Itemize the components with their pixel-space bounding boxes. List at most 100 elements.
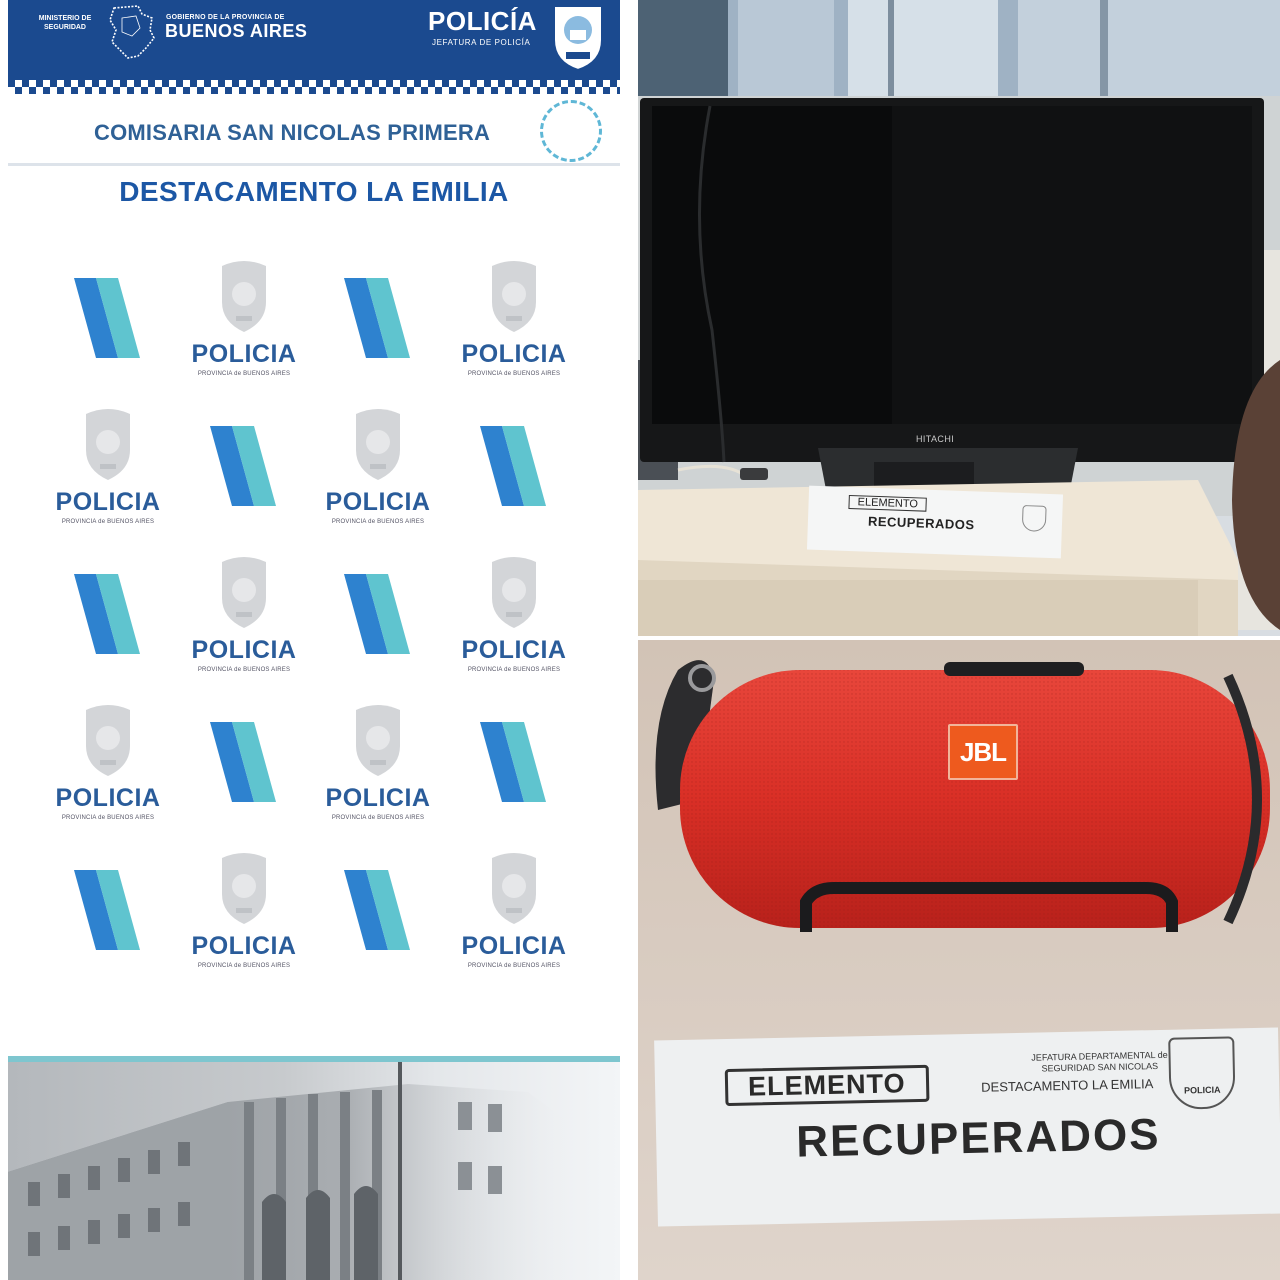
speaker-recuperados-label: ELEMENTO JEFATURA DEPARTAMENTAL de SEGUR… — [654, 1027, 1280, 1227]
comisaria-bar: COMISARIA SAN NICOLAS PRIMERA — [8, 100, 620, 166]
badge-word: POLICIA — [325, 784, 431, 812]
badge-subtitle: PROVINCIA de BUENOS AIRES — [467, 371, 561, 377]
destacamento-title: DESTACAMENTO LA EMILIA — [119, 176, 509, 207]
badge-block: POLICIA PROVINCIA de BUENOS AIRES — [310, 694, 446, 830]
policia-badge-logo: POLICIA PROVINCIA de BUENOS AIRES — [446, 842, 582, 978]
jbl-logo-text: JBL — [959, 736, 1007, 767]
badge-word: POLICIA — [461, 932, 567, 960]
blue-stripes-icon — [210, 426, 276, 506]
badge-block: POLICIA PROVINCIA de BUENOS AIRES — [176, 250, 312, 386]
police-shield-icon — [86, 705, 130, 776]
speaker-label-recuperados: RECUPERADOS — [795, 1109, 1161, 1167]
badge-subtitle: PROVINCIA de BUENOS AIRES — [197, 371, 291, 377]
policia-badge-logo: POLICIA PROVINCIA de BUENOS AIRES — [176, 842, 312, 978]
building-illustration — [8, 1062, 568, 1280]
speaker-label-jefatura: JEFATURA DEPARTAMENTAL de SEGURIDAD SAN … — [1031, 1049, 1168, 1074]
checkered-band — [8, 80, 620, 94]
logo-pattern-grid: POLICIA PROVINCIA de BUENOS AIRES POLICIA P… — [40, 250, 600, 990]
panel-divider — [628, 0, 638, 1280]
tv-label-recuperados: RECUPERADOS — [867, 513, 975, 533]
badge-word: POLICIA — [325, 488, 431, 516]
police-shield-icon — [356, 409, 400, 480]
stripe-logo-icon — [310, 842, 446, 978]
stripe-logo-icon — [446, 694, 582, 830]
police-shield-icon — [553, 5, 603, 72]
police-shield-icon — [492, 853, 536, 924]
blue-stripes-icon — [74, 574, 140, 654]
comisaria-name: COMISARIA SAN NICOLAS PRIMERA — [94, 120, 491, 145]
speaker-label-elemento: ELEMENTO — [724, 1064, 929, 1107]
badge-subtitle: PROVINCIA de BUENOS AIRES — [331, 519, 425, 525]
badge-word: POLICIA — [461, 340, 567, 368]
police-shield-icon — [356, 705, 400, 776]
police-shield-icon — [222, 853, 266, 924]
police-poster: MINISTERIO DE SEGURIDAD GOBIERNO DE LA P… — [0, 0, 628, 1280]
policia-badge-logo: POLICIA PROVINCIA de BUENOS AIRES — [40, 694, 176, 830]
police-shield-icon — [222, 557, 266, 628]
jefatura-text: JEFATURA DE POLICÍA — [432, 38, 531, 47]
jbl-logo-icon: JBL — [948, 724, 1018, 780]
stripe-logo-icon — [40, 250, 176, 386]
policia-badge-logo: POLICIA PROVINCIA de BUENOS AIRES — [176, 250, 312, 386]
speaker-label-destacamento: DESTACAMENTO LA EMILIA — [981, 1076, 1154, 1095]
policia-title: POLICÍA — [428, 6, 537, 36]
blue-stripes-icon — [210, 722, 276, 802]
police-seal-icon — [1021, 505, 1047, 532]
badge-block: POLICIA PROVINCIA de BUENOS AIRES — [40, 398, 176, 534]
policia-badge-logo: POLICIA PROVINCIA de BUENOS AIRES — [40, 398, 176, 534]
policia-badge-logo: POLICIA PROVINCIA de BUENOS AIRES — [446, 546, 582, 682]
badge-word: POLICIA — [191, 340, 297, 368]
badge-subtitle: PROVINCIA de BUENOS AIRES — [61, 519, 155, 525]
tv-recuperados-label: ELEMENTO RECUPERADOS — [806, 485, 1064, 559]
tv-brand-label: HITACHI — [916, 434, 955, 444]
badge-subtitle: PROVINCIA de BUENOS AIRES — [197, 667, 291, 673]
police-seal-icon — [1168, 1036, 1236, 1110]
badge-block: POLICIA PROVINCIA de BUENOS AIRES — [176, 842, 312, 978]
stripe-logo-icon — [176, 694, 312, 830]
policia-badge-logo: POLICIA PROVINCIA de BUENOS AIRES — [176, 546, 312, 682]
stripe-logo-icon — [40, 842, 176, 978]
badge-block: POLICIA PROVINCIA de BUENOS AIRES — [176, 546, 312, 682]
policia-badge-logo: POLICIA PROVINCIA de BUENOS AIRES — [310, 694, 446, 830]
policia-badge-logo: POLICIA PROVINCIA de BUENOS AIRES — [446, 250, 582, 386]
stripe-logo-icon — [176, 398, 312, 534]
blue-stripes-icon — [344, 574, 410, 654]
badge-subtitle: PROVINCIA de BUENOS AIRES — [331, 815, 425, 821]
ministerio-text: MINISTERIO DE SEGURIDAD — [38, 15, 92, 31]
blue-stripes-icon — [74, 870, 140, 950]
speaker-seal-word: POLICIA — [1183, 1084, 1221, 1096]
blue-stripes-icon — [74, 278, 140, 358]
stripe-logo-icon — [446, 398, 582, 534]
police-shield-icon — [222, 261, 266, 332]
gobierno-title: BUENOS AIRES — [165, 21, 308, 41]
police-shield-icon — [492, 557, 536, 628]
stripe-logo-icon — [310, 250, 446, 386]
header-banner: MINISTERIO DE SEGURIDAD GOBIERNO DE LA P… — [8, 0, 620, 94]
blue-stripes-icon — [480, 426, 546, 506]
police-shield-icon — [492, 261, 536, 332]
badge-word: POLICIA — [191, 636, 297, 664]
stripe-logo-icon — [310, 546, 446, 682]
badge-block: POLICIA PROVINCIA de BUENOS AIRES — [446, 546, 582, 682]
badge-word: POLICIA — [461, 636, 567, 664]
gobierno-small-text: GOBIERNO DE LA PROVINCIA DE — [166, 14, 285, 21]
badge-block: POLICIA PROVINCIA de BUENOS AIRES — [446, 250, 582, 386]
badge-subtitle: PROVINCIA de BUENOS AIRES — [467, 667, 561, 673]
badge-block: POLICIA PROVINCIA de BUENOS AIRES — [310, 398, 446, 534]
blue-stripes-icon — [344, 278, 410, 358]
dashed-circle-icon — [540, 100, 602, 162]
stripe-logo-icon — [40, 546, 176, 682]
badge-word: POLICIA — [55, 784, 161, 812]
tv-label-elemento: ELEMENTO — [848, 494, 928, 512]
policia-badge-logo: POLICIA PROVINCIA de BUENOS AIRES — [310, 398, 446, 534]
badge-block: POLICIA PROVINCIA de BUENOS AIRES — [446, 842, 582, 978]
badge-word: POLICIA — [191, 932, 297, 960]
blue-stripes-icon — [344, 870, 410, 950]
badge-subtitle: PROVINCIA de BUENOS AIRES — [61, 815, 155, 821]
police-shield-icon — [86, 409, 130, 480]
badge-subtitle: PROVINCIA de BUENOS AIRES — [197, 963, 291, 969]
badge-word: POLICIA — [55, 488, 161, 516]
badge-block: POLICIA PROVINCIA de BUENOS AIRES — [40, 694, 176, 830]
badge-subtitle: PROVINCIA de BUENOS AIRES — [467, 963, 561, 969]
police-building-photo — [8, 1062, 620, 1280]
